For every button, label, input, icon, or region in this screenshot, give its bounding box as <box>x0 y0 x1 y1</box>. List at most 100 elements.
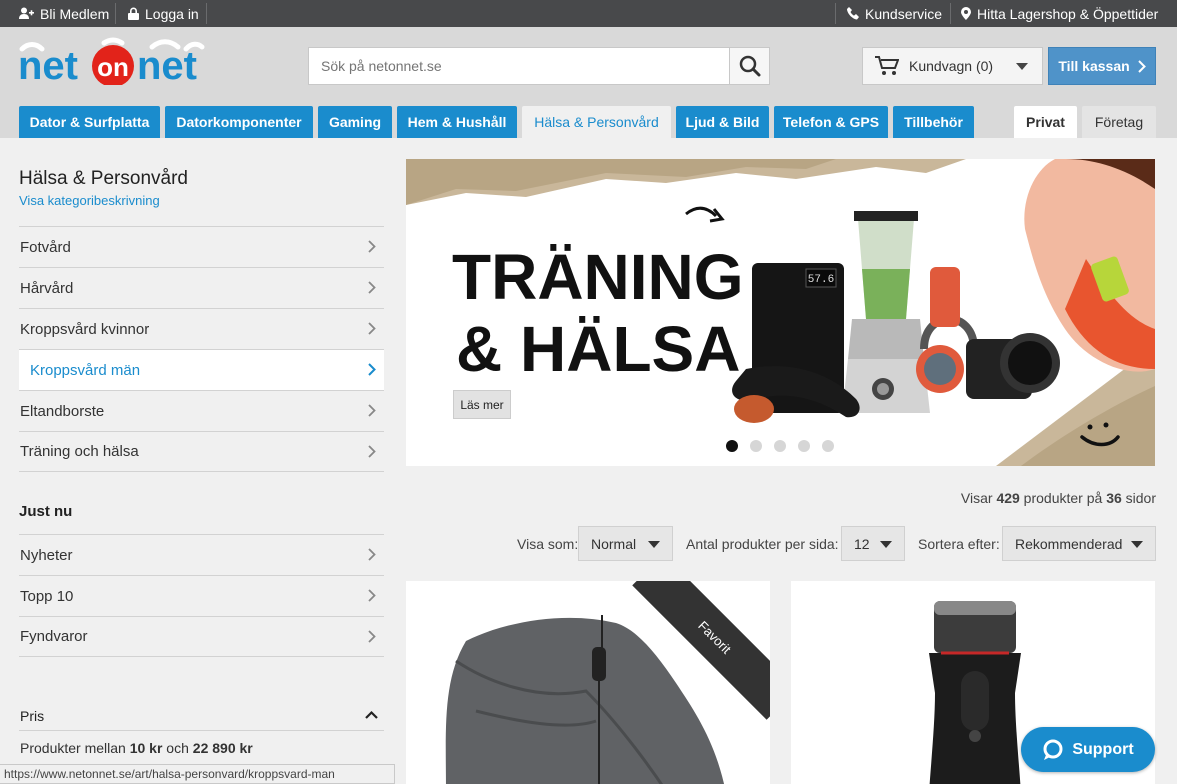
tab-hem-hushall[interactable]: Hem & Hushåll <box>397 106 517 138</box>
cart-button[interactable]: Kundvagn (0) <box>862 47 1043 85</box>
result-text: sidor <box>1121 490 1156 506</box>
tab-privat[interactable]: Privat <box>1014 106 1077 138</box>
chevron-down-icon <box>880 541 892 548</box>
price-text: och <box>162 740 193 756</box>
tab-dator-surfplatta[interactable]: Dator & Surfplatta <box>19 106 160 138</box>
sidebar-item-label: Kroppsvård kvinnor <box>20 320 150 338</box>
view-label: Visa som: <box>517 536 579 552</box>
sidebar-item-topp-10[interactable]: Topp 10 <box>19 575 384 616</box>
tab-tillbehor[interactable]: Tillbehör <box>893 106 974 138</box>
tab-datorkomponenter[interactable]: Datorkomponenter <box>165 106 313 138</box>
page-count: 36 <box>1106 490 1122 506</box>
banner-heading-line1: TRÄNING <box>452 241 744 313</box>
sidebar-item-fotvard[interactable]: Fotvård <box>19 226 384 267</box>
tab-label: Hem & Hushåll <box>407 114 507 130</box>
logo-text-net: net <box>18 44 78 85</box>
tab-label: Företag <box>1094 114 1144 130</box>
join-member-label: Bli Medlem <box>40 5 110 22</box>
search-input[interactable] <box>309 48 729 84</box>
customer-service-label: Kundservice <box>865 5 943 22</box>
phone-icon <box>847 7 859 20</box>
sidebar-item-label: Eltandborste <box>20 402 105 420</box>
sidebar-item-label: Topp 10 <box>20 587 74 605</box>
top-bar: Bli Medlem Logga in Kundservice Hitta La… <box>0 0 1177 27</box>
checkout-button[interactable]: Till kassan <box>1048 47 1156 85</box>
support-label: Support <box>1072 740 1134 758</box>
chevron-right-icon <box>368 404 376 417</box>
tab-label: Datorkomponenter <box>176 114 302 130</box>
hero-banner[interactable]: TRÄNING & HÄLSA 57.6 <box>406 159 1155 466</box>
sort-select[interactable]: Rekommenderad <box>1002 526 1156 561</box>
chevron-right-icon <box>368 445 376 458</box>
search-button[interactable] <box>729 48 769 84</box>
chevron-right-icon <box>368 322 376 335</box>
cart-icon <box>875 56 899 75</box>
sidebar-item-label: Hårvård <box>20 279 74 297</box>
result-text: Visar <box>960 490 997 506</box>
sidebar-item-label: Fyndvaror <box>20 628 88 645</box>
result-text: produkter på <box>1019 490 1107 506</box>
tab-label: Ljud & Bild <box>685 114 760 130</box>
checkout-label: Till kassan <box>1058 58 1130 74</box>
netonnet-logo[interactable]: net on net <box>18 37 208 88</box>
carousel-dot[interactable] <box>750 440 762 452</box>
browser-status-url: https://www.netonnet.se/art/halsa-person… <box>0 764 395 784</box>
tab-telefon-gps[interactable]: Telefon & GPS <box>774 106 888 138</box>
price-range-text: Produkter mellan 10 kr och 22 890 kr <box>20 740 253 756</box>
lock-icon <box>128 7 139 20</box>
carousel-dot[interactable] <box>822 440 834 452</box>
tab-foretag[interactable]: Företag <box>1082 106 1156 138</box>
chevron-right-icon <box>368 240 376 253</box>
price-filter-toggle[interactable]: Pris <box>19 700 384 731</box>
add-user-icon <box>19 7 34 19</box>
chevron-down-icon <box>1016 63 1028 70</box>
divider <box>835 3 836 24</box>
cart-label: Kundvagn (0) <box>909 58 994 74</box>
chevron-right-icon <box>368 548 376 561</box>
category-title: Hälsa & Personvård <box>19 168 188 189</box>
location-pin-icon <box>961 7 971 20</box>
price-filter-label: Pris <box>20 708 45 724</box>
result-count-text: Visar 429 produkter på 36 sidor <box>961 490 1156 506</box>
sidebar-item-eltandborste[interactable]: Eltandborste <box>19 390 384 431</box>
carousel-dot[interactable] <box>726 440 738 452</box>
find-store-link[interactable]: Hitta Lagershop & Öppettider <box>961 0 1158 27</box>
per-page-select[interactable]: 12 <box>841 526 905 561</box>
per-page-label: Antal produkter per sida: <box>686 536 839 552</box>
divider <box>206 3 207 24</box>
chevron-right-icon <box>1137 59 1146 73</box>
per-page-value: 12 <box>854 535 870 552</box>
product-card[interactable]: Favorit <box>406 581 770 784</box>
customer-service-link[interactable]: Kundservice <box>847 0 942 27</box>
scale-display: 57.6 <box>808 274 834 286</box>
tab-label: Dator & Surfplatta <box>29 114 150 130</box>
carousel-dot[interactable] <box>798 440 810 452</box>
sidebar-item-fyndvaror[interactable]: Fyndvaror <box>19 616 384 657</box>
tab-label: Gaming <box>328 114 382 130</box>
read-more-button[interactable]: Läs mer <box>453 390 511 419</box>
sidebar-item-harvard[interactable]: Hårvård <box>19 267 384 308</box>
join-member-link[interactable]: Bli Medlem <box>19 0 109 27</box>
smartwatch-image <box>966 333 1060 399</box>
sidebar-item-traning-halsa[interactable]: Träning och hälsa <box>19 431 384 472</box>
chat-bubble-icon <box>1043 739 1063 760</box>
search-icon <box>739 55 760 77</box>
view-select[interactable]: Normal <box>578 526 673 561</box>
category-description-link[interactable]: Visa kategoribeskrivning <box>19 193 160 208</box>
chevron-right-icon <box>368 589 376 602</box>
sidebar-item-kroppsvard-man[interactable]: Kroppsvård män <box>19 349 384 390</box>
headphones-image <box>916 267 978 393</box>
tab-ljud-bild[interactable]: Ljud & Bild <box>676 106 769 138</box>
sidebar-item-nyheter[interactable]: Nyheter <box>19 534 384 575</box>
sidebar-item-label: Nyheter <box>20 546 73 564</box>
find-store-label: Hitta Lagershop & Öppettider <box>977 5 1159 22</box>
login-label: Logga in <box>145 5 199 22</box>
tab-gaming[interactable]: Gaming <box>318 106 392 138</box>
carousel-dot[interactable] <box>774 440 786 452</box>
login-link[interactable]: Logga in <box>128 0 199 27</box>
banner-heading-line2: & HÄLSA <box>456 313 740 385</box>
sidebar-item-kroppsvard-kvinnor[interactable]: Kroppsvård kvinnor <box>19 308 384 349</box>
tab-halsa-personvard[interactable]: Hälsa & Personvård <box>522 106 671 138</box>
result-count: 429 <box>996 490 1020 506</box>
support-chat-button[interactable]: Support <box>1021 727 1155 772</box>
